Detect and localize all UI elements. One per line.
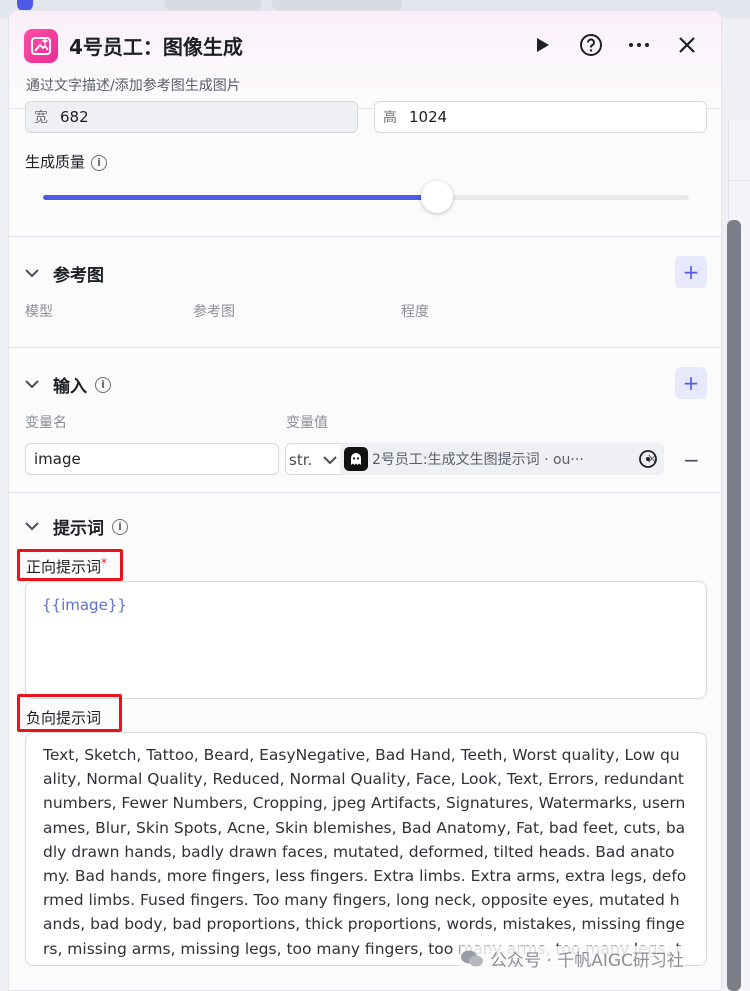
negative-prompt-textarea[interactable]: Text, Sketch, Tattoo, Beard, EasyNegativ…: [25, 732, 707, 966]
plus-icon: +: [682, 260, 700, 284]
quality-slider-thumb[interactable]: [421, 181, 454, 213]
positive-prompt-textarea[interactable]: {{image}}: [25, 581, 707, 699]
image-generation-icon: [24, 29, 58, 63]
chevron-down-icon: [323, 456, 337, 465]
play-icon: [537, 38, 549, 52]
reference-section-header[interactable]: 参考图: [25, 261, 104, 286]
target-icon: [639, 450, 657, 468]
watermark: 公众号 · 千帆AIGC研习社: [460, 946, 684, 971]
ghost-avatar-icon: [344, 447, 368, 471]
close-button[interactable]: [673, 31, 701, 59]
width-value: 682: [60, 108, 89, 126]
more-dots-icon: [629, 43, 649, 47]
help-button[interactable]: [577, 31, 605, 59]
reference-section-title: 参考图: [53, 266, 104, 286]
column-header-degree: 程度: [401, 304, 429, 320]
variable-reference-tag[interactable]: 2号员工:生成文生图提示词 · ou··· ×: [340, 443, 664, 475]
quality-label: 生成质量: [25, 153, 86, 171]
panel-title: 4号员工：图像生成: [69, 35, 243, 59]
plus-icon: +: [682, 371, 700, 395]
question-circle-icon: [580, 34, 602, 56]
node-config-panel: 4号员工：图像生成 通过文字描述/添加参考图生成图片 宽 682 高 1024 …: [8, 10, 722, 991]
column-header-reference: 参考图: [193, 304, 235, 320]
positive-prompt-label-row: 正向提示词*: [26, 556, 107, 577]
var-name-input[interactable]: image: [25, 443, 279, 475]
height-value: 1024: [409, 108, 448, 126]
chevron-down-icon: [25, 519, 41, 535]
close-icon: [679, 37, 695, 53]
prompt-section-title: 提示词: [53, 519, 104, 539]
quality-label-row: 生成质量 i: [25, 151, 108, 172]
minus-icon: −: [683, 448, 700, 472]
chevron-down-icon: [25, 266, 41, 282]
prompt-section-header[interactable]: 提示词 i: [25, 514, 128, 539]
column-header-model: 模型: [25, 304, 53, 320]
input-section-header[interactable]: 输入 i: [25, 372, 111, 397]
watermark-text: 公众号 · 千帆AIGC研习社: [490, 951, 684, 971]
section-divider: [9, 492, 721, 493]
width-field[interactable]: 宽 682: [25, 101, 358, 133]
var-name-value: image: [34, 450, 81, 468]
background-divider: [728, 180, 750, 181]
positive-prompt-value: {{image}}: [42, 596, 127, 614]
background-tab: [272, 0, 402, 10]
background-tab: [165, 0, 261, 10]
run-button[interactable]: [528, 31, 556, 59]
section-divider: [9, 347, 721, 348]
required-mark: *: [101, 556, 108, 570]
height-prefix: 高: [383, 110, 397, 126]
height-field[interactable]: 高 1024: [374, 101, 707, 133]
chevron-down-icon: [25, 377, 41, 393]
variable-reference-text: 2号员工:生成文生图提示词 · ou···: [372, 452, 584, 468]
add-input-button[interactable]: +: [675, 367, 707, 399]
more-button[interactable]: [625, 31, 653, 59]
type-select[interactable]: str.: [289, 451, 337, 469]
column-header-var-value: 变量值: [286, 415, 328, 431]
section-divider: [9, 236, 721, 237]
column-header-var-name: 变量名: [25, 415, 67, 431]
info-icon[interactable]: i: [95, 376, 111, 393]
negative-prompt-value: Text, Sketch, Tattoo, Beard, EasyNegativ…: [43, 746, 687, 965]
panel-subtitle: 通过文字描述/添加参考图生成图片: [26, 78, 241, 94]
panel-scrollbar[interactable]: [727, 220, 741, 991]
wechat-icon: [461, 950, 483, 966]
quality-slider[interactable]: [43, 181, 689, 213]
type-select-value: str.: [289, 451, 313, 469]
negative-prompt-label: 负向提示词: [26, 709, 102, 727]
variable-picker-button[interactable]: [638, 449, 658, 473]
panel-header: 4号员工：图像生成 通过文字描述/添加参考图生成图片: [9, 11, 721, 109]
info-icon[interactable]: i: [91, 154, 108, 171]
width-prefix: 宽: [34, 110, 48, 126]
input-section-title: 输入: [53, 377, 87, 397]
remove-input-button[interactable]: −: [683, 448, 700, 472]
add-reference-button[interactable]: +: [675, 256, 707, 288]
quality-slider-fill: [43, 195, 438, 200]
info-icon[interactable]: i: [112, 518, 128, 535]
positive-prompt-label: 正向提示词: [26, 558, 102, 576]
